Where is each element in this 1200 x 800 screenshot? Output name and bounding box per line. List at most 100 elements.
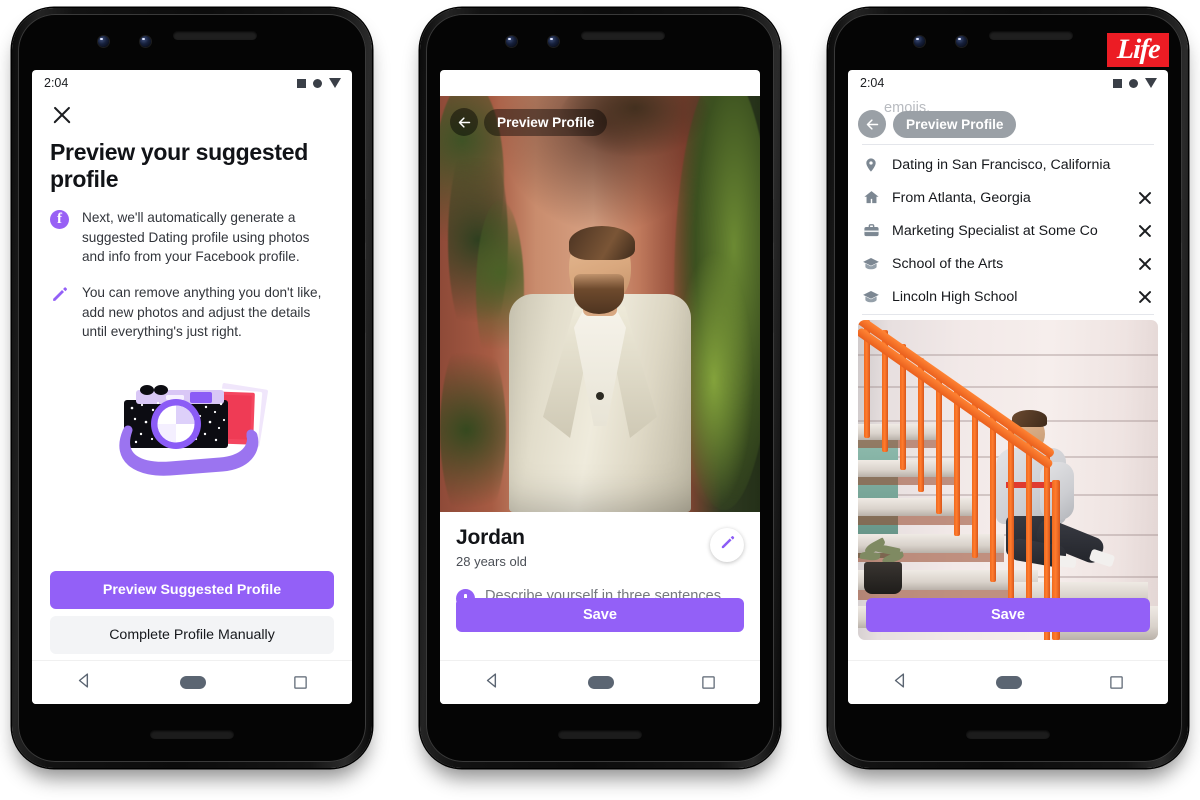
nav-home-button[interactable] bbox=[587, 676, 614, 689]
status-time: 2:04 bbox=[860, 76, 885, 90]
volume-button[interactable] bbox=[1181, 259, 1182, 333]
list-item[interactable]: Marketing Specialist at Some Co bbox=[848, 214, 1168, 247]
power-button[interactable] bbox=[773, 199, 774, 243]
android-nav-bar-2 bbox=[440, 660, 760, 704]
list-item[interactable]: From Atlanta, Georgia bbox=[848, 181, 1168, 214]
man-on-orange-stairs-photo[interactable]: Save bbox=[858, 320, 1158, 640]
status-time: 2:04 bbox=[44, 76, 69, 90]
front-sensor-icon bbox=[548, 36, 559, 47]
phone-bezel-1: 2:04 Preview your suggested profile f Ne… bbox=[18, 14, 366, 762]
screen-2: 2:04 Preview Profile Jordan 28 years old… bbox=[440, 70, 760, 704]
status-bar-2: 2:04 bbox=[440, 70, 760, 96]
nav-back-button[interactable] bbox=[892, 672, 909, 694]
nav-recents-button[interactable] bbox=[701, 675, 716, 690]
bullet-item-edit: You can remove anything you don't like, … bbox=[50, 283, 334, 341]
page-title: Preview your suggested profile bbox=[50, 139, 308, 192]
complete-profile-manually-button[interactable]: Complete Profile Manually bbox=[50, 616, 334, 654]
life-logo-text: Life bbox=[1116, 34, 1160, 65]
front-sensor-icon bbox=[956, 36, 967, 47]
list-item[interactable]: Dating in San Francisco, California bbox=[848, 148, 1168, 181]
nav-recents-button[interactable] bbox=[1109, 675, 1124, 690]
screen-1: 2:04 Preview your suggested profile f Ne… bbox=[32, 70, 352, 704]
app-body-1: Preview your suggested profile Next, we'… bbox=[32, 96, 352, 660]
earpiece-speaker bbox=[581, 31, 665, 40]
save-button[interactable]: Save bbox=[456, 598, 744, 632]
profile-card: Jordan 28 years old Describe yourself in… bbox=[440, 512, 760, 660]
status-bar-1: 2:04 bbox=[32, 70, 352, 96]
pencil-icon bbox=[50, 283, 70, 341]
nav-back-button[interactable] bbox=[484, 672, 501, 694]
phone-device-3: 2:04 emojis. Preview Profile Dating in S… bbox=[828, 8, 1188, 778]
bottom-bezel-1 bbox=[18, 704, 366, 762]
close-icon[interactable] bbox=[48, 101, 76, 129]
graduation-cap-icon bbox=[862, 288, 880, 306]
phone-device-1: 2:04 Preview your suggested profile f Ne… bbox=[12, 8, 372, 778]
app-body-3: emojis. Preview Profile Dating in San Fr… bbox=[848, 96, 1168, 660]
list-item-label: Lincoln High School bbox=[892, 288, 1018, 305]
earpiece-speaker bbox=[173, 31, 257, 40]
bottom-speaker bbox=[966, 730, 1050, 739]
power-button[interactable] bbox=[1181, 199, 1182, 243]
bottom-speaker bbox=[150, 730, 234, 739]
list-item[interactable]: School of the Arts bbox=[848, 247, 1168, 280]
list-item-label: School of the Arts bbox=[892, 255, 1004, 272]
earpiece-speaker bbox=[989, 31, 1073, 40]
square-icon bbox=[705, 78, 714, 88]
status-icons bbox=[297, 78, 341, 88]
bullet-text: Next, we'll automatically generate a sug… bbox=[82, 210, 310, 264]
app-body-2: Preview Profile Jordan 28 years old Desc… bbox=[440, 96, 760, 660]
triangle-down-icon bbox=[1145, 78, 1157, 88]
profile-age: 28 years old bbox=[456, 554, 527, 569]
volume-button[interactable] bbox=[365, 259, 366, 333]
home-icon bbox=[862, 189, 880, 206]
remove-icon[interactable] bbox=[1136, 288, 1154, 306]
nav-home-button[interactable] bbox=[995, 676, 1022, 689]
bottom-bezel-2 bbox=[426, 704, 774, 762]
volume-button[interactable] bbox=[773, 259, 774, 333]
profile-info-list: Dating in San Francisco, California From… bbox=[848, 148, 1168, 313]
bottom-bezel-3 bbox=[834, 704, 1182, 762]
back-arrow-icon[interactable] bbox=[858, 110, 886, 138]
action-buttons: Preview Suggested Profile Complete Profi… bbox=[50, 571, 334, 660]
camera-with-photos-illustration bbox=[50, 358, 334, 571]
nav-back-button[interactable] bbox=[76, 672, 93, 694]
nav-recents-button[interactable] bbox=[293, 675, 308, 690]
nav-home-button[interactable] bbox=[179, 676, 206, 689]
front-camera-icon bbox=[914, 36, 925, 47]
facebook-icon bbox=[50, 208, 70, 266]
remove-icon[interactable] bbox=[1136, 189, 1154, 207]
power-button[interactable] bbox=[365, 199, 366, 243]
profile-header-3: Preview Profile bbox=[858, 110, 1017, 138]
android-nav-bar-3 bbox=[848, 660, 1168, 704]
back-arrow-icon[interactable] bbox=[450, 108, 478, 136]
photo-header-2: Preview Profile bbox=[450, 108, 608, 136]
list-item[interactable]: Lincoln High School bbox=[848, 280, 1168, 313]
status-time: 2:04 bbox=[452, 76, 477, 90]
android-nav-bar-1 bbox=[32, 660, 352, 704]
circle-icon bbox=[313, 78, 322, 88]
top-bezel-1 bbox=[18, 14, 366, 70]
screen-3: 2:04 emojis. Preview Profile Dating in S… bbox=[848, 70, 1168, 704]
header-title: Preview Profile bbox=[484, 108, 608, 136]
front-sensor-icon bbox=[140, 36, 151, 47]
life-logo: Life bbox=[1107, 33, 1169, 67]
remove-icon[interactable] bbox=[1136, 222, 1154, 240]
screenshot-stage: 2:04 Preview your suggested profile f Ne… bbox=[0, 0, 1200, 800]
list-divider bbox=[862, 314, 1154, 315]
remove-icon[interactable] bbox=[1136, 255, 1154, 273]
status-bar-3: 2:04 bbox=[848, 70, 1168, 96]
edit-profile-button[interactable] bbox=[710, 528, 744, 562]
header-title: Preview Profile bbox=[893, 110, 1017, 138]
man-in-cream-blazer-photo: Preview Profile bbox=[440, 96, 760, 512]
phone-bezel-2: 2:04 Preview Profile Jordan 28 years old… bbox=[426, 14, 774, 762]
triangle-down-icon bbox=[737, 78, 749, 88]
phone-device-2: 2:04 Preview Profile Jordan 28 years old… bbox=[420, 8, 780, 778]
preview-suggested-profile-button[interactable]: Preview Suggested Profile bbox=[50, 571, 334, 609]
list-item-label: From Atlanta, Georgia bbox=[892, 189, 1031, 206]
status-icons bbox=[1113, 78, 1157, 88]
save-button[interactable]: Save bbox=[866, 598, 1150, 632]
front-camera-icon bbox=[98, 36, 109, 47]
bullet-item-facebook: Next, we'll automatically generate a sug… bbox=[50, 208, 334, 266]
list-item-label: Dating in San Francisco, California bbox=[892, 156, 1111, 173]
bottom-speaker bbox=[558, 730, 642, 739]
